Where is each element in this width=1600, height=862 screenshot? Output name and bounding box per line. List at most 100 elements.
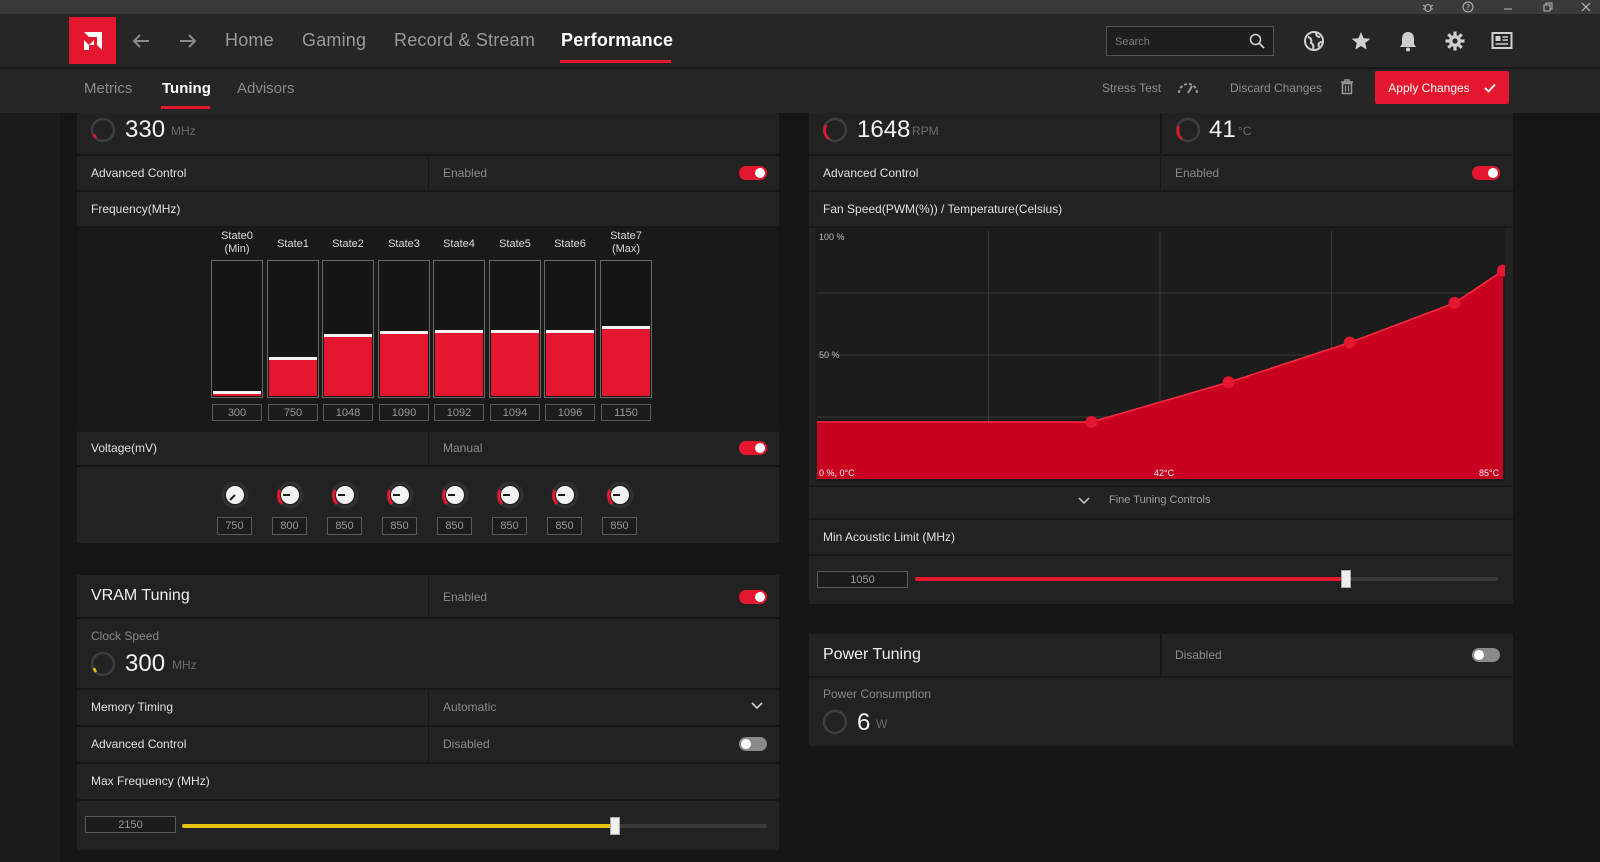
back-arrow-icon[interactable] (129, 29, 153, 53)
state-frequency-input[interactable]: 1094 (490, 404, 540, 421)
trash-icon[interactable] (1340, 79, 1354, 95)
sub-tab-metrics[interactable]: Metrics (84, 80, 132, 97)
voltage-input[interactable]: 800 (272, 517, 307, 535)
divider (1160, 156, 1161, 190)
svg-text:?: ? (1466, 3, 1470, 12)
state-slider-handle[interactable] (602, 326, 650, 329)
gpu-advanced-control-toggle[interactable] (739, 166, 767, 180)
amd-logo[interactable] (69, 17, 116, 64)
state-slider-handle[interactable] (380, 331, 428, 334)
apply-changes-button[interactable]: Apply Changes (1375, 71, 1509, 104)
max-frequency-slider[interactable] (182, 817, 767, 835)
bug-report-icon[interactable] (1414, 0, 1442, 14)
minimize-icon[interactable] (1494, 0, 1522, 14)
voltage-input[interactable]: 850 (437, 517, 472, 535)
power-tuning-status: Disabled (1175, 648, 1222, 662)
voltage-knob-3[interactable] (385, 480, 415, 510)
state-slider-2[interactable] (322, 260, 374, 398)
vram-tuning-toggle[interactable] (739, 590, 767, 604)
help-icon[interactable]: ? (1454, 0, 1482, 14)
forward-arrow-icon[interactable] (176, 29, 200, 53)
account-panel-icon[interactable] (1489, 28, 1515, 54)
voltage-input[interactable]: 750 (217, 517, 252, 535)
state-slider-3[interactable] (378, 260, 430, 398)
fan-curve-point[interactable] (1448, 296, 1461, 309)
vram-advanced-control-toggle[interactable] (739, 737, 767, 751)
close-icon[interactable] (1572, 0, 1600, 14)
sub-tab-tuning[interactable]: Tuning (162, 80, 211, 97)
state-frequency-input[interactable]: 300 (212, 404, 262, 421)
voltage-knob-2[interactable] (330, 480, 360, 510)
nav-tab-home[interactable]: Home (225, 30, 274, 51)
sub-tab-advisors[interactable]: Advisors (237, 80, 295, 97)
state-slider-handle[interactable] (269, 357, 317, 360)
state-slider-fill (491, 332, 539, 396)
star-icon[interactable] (1348, 28, 1374, 54)
nav-tab-record-stream[interactable]: Record & Stream (394, 30, 535, 51)
slider-thumb[interactable] (610, 817, 620, 835)
search-input[interactable] (1115, 33, 1245, 50)
state-frequency-input[interactable]: 1048 (323, 404, 373, 421)
voltage-input[interactable]: 850 (492, 517, 527, 535)
voltage-manual-toggle[interactable] (739, 441, 767, 455)
fan-curve-point[interactable] (1343, 336, 1356, 349)
gpu-clock-unit: MHz (171, 124, 196, 138)
state-slider-6[interactable] (544, 260, 596, 398)
state-slider-7[interactable] (600, 260, 652, 398)
gauge-icon[interactable] (1177, 80, 1199, 94)
divider (428, 690, 429, 725)
memory-timing-dropdown[interactable]: Automatic (430, 690, 779, 725)
state-slider-handle[interactable] (546, 330, 594, 333)
divider (77, 762, 779, 764)
divider (77, 617, 779, 619)
voltage-input[interactable]: 850 (327, 517, 362, 535)
voltage-knob-1[interactable] (275, 480, 305, 510)
bell-icon[interactable] (1395, 28, 1421, 54)
state-slider-4[interactable] (433, 260, 485, 398)
search-box[interactable] (1106, 26, 1274, 56)
fan-curve-point[interactable] (1222, 376, 1235, 389)
voltage-input[interactable]: 850 (382, 517, 417, 535)
state-frequency-input[interactable]: 1090 (379, 404, 429, 421)
state-frequency-input[interactable]: 1150 (601, 404, 651, 421)
vram-clock-value: 300 (125, 650, 166, 677)
nav-tab-performance[interactable]: Performance (561, 30, 673, 51)
slider-thumb[interactable] (1341, 570, 1351, 588)
min-acoustic-limit-input[interactable]: 1050 (817, 571, 908, 588)
state-slider-0[interactable] (211, 260, 263, 398)
voltage-knob-4[interactable] (440, 480, 470, 510)
state-slider-5[interactable] (489, 260, 541, 398)
state-frequency-input[interactable]: 1092 (434, 404, 484, 421)
fan-advanced-control-toggle[interactable] (1472, 166, 1500, 180)
state-slider-handle[interactable] (435, 330, 483, 333)
gear-icon[interactable] (1442, 28, 1468, 54)
memory-timing-value: Automatic (443, 700, 497, 714)
power-tuning-toggle[interactable] (1472, 648, 1500, 662)
nav-tab-gaming[interactable]: Gaming (302, 30, 366, 51)
voltage-input[interactable]: 850 (602, 517, 637, 535)
fan-curve-point[interactable] (1085, 415, 1098, 428)
max-frequency-input[interactable]: 2150 (85, 816, 176, 833)
state-slider-handle[interactable] (324, 334, 372, 337)
globe-icon[interactable] (1301, 28, 1327, 54)
fan-curve-chart[interactable]: 100 % 50 % 0 %, 0°C 42°C 85°C (815, 228, 1505, 483)
voltage-knob-7[interactable] (605, 480, 635, 510)
state-slider-handle[interactable] (213, 391, 261, 394)
min-acoustic-limit-slider[interactable] (915, 570, 1498, 588)
restore-icon[interactable] (1534, 0, 1562, 14)
state-slider-1[interactable] (267, 260, 319, 398)
voltage-knob-5[interactable] (495, 480, 525, 510)
discard-changes-button[interactable]: Discard Changes (1230, 81, 1322, 95)
divider (809, 518, 1513, 520)
voltage-knob-0[interactable] (220, 480, 250, 510)
state-frequency-input[interactable]: 1096 (545, 404, 595, 421)
state-frequency-input[interactable]: 750 (268, 404, 318, 421)
state-slider-handle[interactable] (491, 330, 539, 333)
vram-advanced-control-status: Disabled (443, 737, 490, 751)
stress-test-button[interactable]: Stress Test (1102, 81, 1161, 95)
voltage-input[interactable]: 850 (547, 517, 582, 535)
vram-tuning-title: VRAM Tuning (91, 587, 190, 604)
search-icon[interactable] (1249, 33, 1265, 49)
voltage-knob-6[interactable] (550, 480, 580, 510)
state-label: State6 (554, 238, 586, 250)
